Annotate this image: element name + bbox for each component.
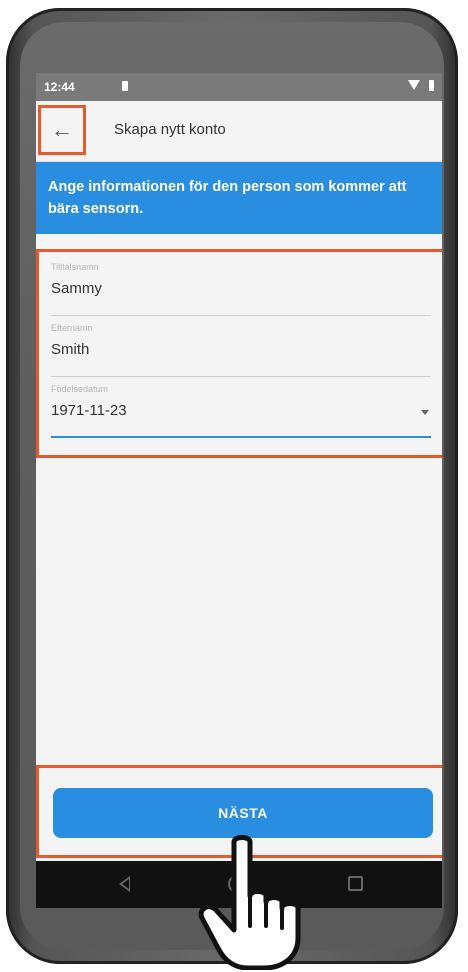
battery-icon: [429, 80, 434, 91]
last-name-label: Efternamn: [51, 323, 93, 333]
phone-screen: 12:44 ← Skapa nytt konto Ange informatio…: [36, 73, 442, 908]
pointing-hand-icon: [198, 835, 301, 970]
birth-date-value[interactable]: 1971-11-23: [51, 402, 127, 419]
status-time: 12:44: [44, 80, 75, 94]
birth-date-label: Födelsedatum: [51, 384, 109, 394]
first-name-underline: [51, 315, 431, 316]
arrow-left-icon: ←: [51, 117, 73, 142]
wifi-icon: [408, 80, 420, 90]
back-button[interactable]: ←: [38, 105, 86, 155]
app-bar: ← Skapa nytt konto: [36, 101, 442, 162]
last-name-value[interactable]: Smith: [51, 341, 89, 358]
next-button[interactable]: NÄSTA: [53, 788, 433, 838]
nav-recents-icon[interactable]: [348, 876, 363, 891]
first-name-value[interactable]: Sammy: [51, 280, 102, 297]
account-form: Tilltalsnamn Sammy Efternamn Smith Födel…: [36, 249, 442, 458]
first-name-label: Tilltalsnamn: [51, 262, 99, 272]
birth-date-field[interactable]: Födelsedatum 1971-11-23: [51, 380, 431, 438]
chevron-down-icon[interactable]: [421, 410, 429, 415]
status-bar: 12:44: [36, 73, 442, 101]
last-name-field[interactable]: Efternamn Smith: [51, 319, 431, 377]
info-banner: Ange informationen för den person som ko…: [36, 162, 442, 234]
birth-date-underline: [51, 436, 431, 438]
page-title: Skapa nytt konto: [114, 121, 226, 138]
first-name-field[interactable]: Tilltalsnamn Sammy: [51, 258, 431, 316]
nav-back-icon[interactable]: [119, 876, 130, 892]
notification-icon: [122, 81, 128, 91]
last-name-underline: [51, 376, 431, 377]
